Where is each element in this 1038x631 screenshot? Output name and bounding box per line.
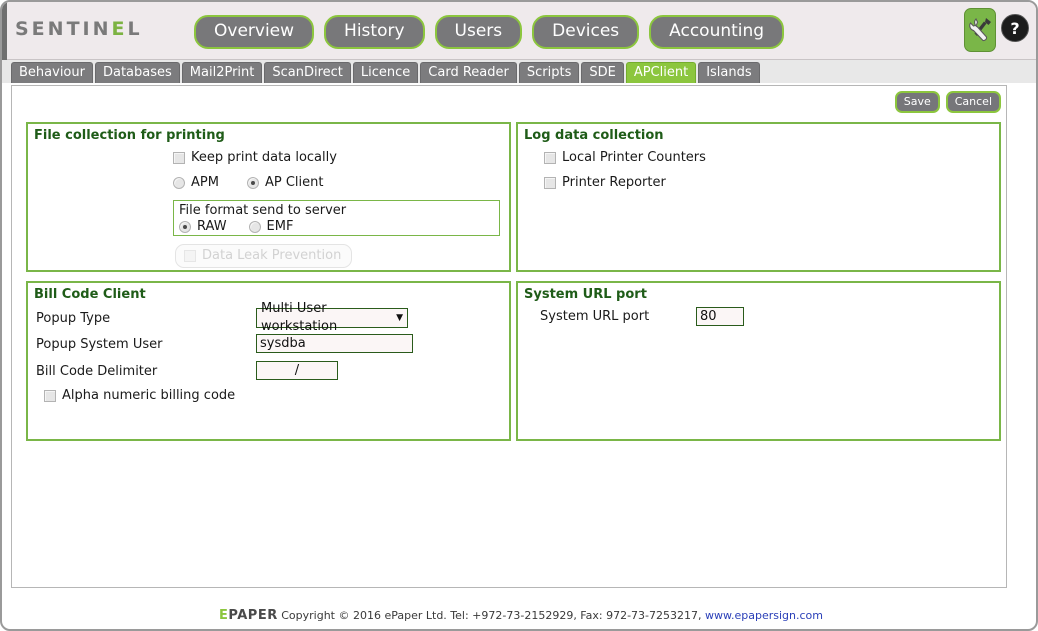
collection-mode-apm-option[interactable]: APM [173,175,219,190]
tab-apclient[interactable]: APClient [625,62,697,83]
system-url-port-field-label: System URL port [540,309,650,324]
nav-button-devices[interactable]: Devices [532,15,640,49]
local-printer-counters-row[interactable]: Local Printer Counters [544,150,706,165]
printer-reporter-label: Printer Reporter [562,175,666,190]
tab-scripts[interactable]: Scripts [518,62,580,83]
tab-sde[interactable]: SDE [581,62,624,83]
nav-button-history[interactable]: History [324,15,425,49]
settings-tab-strip: Behaviour Databases Mail2Print ScanDirec… [2,60,1036,83]
epaper-logo-rest: PAPER [228,608,278,623]
data-leak-prevention-button: Data Leak Prevention [175,244,353,268]
emf-radio[interactable] [248,220,261,233]
tab-mail2print[interactable]: Mail2Print [181,62,263,83]
help-icon[interactable]: ? [1000,13,1030,43]
bill-code-delimiter-input[interactable] [256,361,338,380]
logo-text-part-a: SENTIN [15,18,112,40]
tab-scandirect[interactable]: ScanDirect [264,62,351,83]
system-url-port-input[interactable] [696,307,744,326]
log-data-collection-panel: Log data collection Local Printer Counte… [516,122,1001,272]
local-printer-counters-label: Local Printer Counters [562,150,706,165]
keep-print-data-locally-checkbox[interactable] [173,151,185,164]
app-header: SENTINEL Overview History Users Devices … [2,2,1036,60]
apm-radio[interactable] [173,176,185,189]
bill-code-client-title: Bill Code Client [34,287,146,302]
file-format-box: File format send to server RAW EMF [173,200,500,236]
file-format-radio-group: RAW EMF [179,219,293,234]
settings-content-panel: Save Cancel File collection for printing… [11,85,1007,588]
nav-button-overview[interactable]: Overview [194,15,315,49]
nav-button-users[interactable]: Users [434,15,523,49]
popup-type-label: Popup Type [36,311,111,326]
cancel-button[interactable]: Cancel [945,91,1001,113]
printer-reporter-checkbox[interactable] [544,176,556,189]
tools-icon[interactable] [964,8,996,52]
header-left-rail [2,2,7,60]
data-leak-prevention-checkbox [184,249,196,262]
tab-behaviour[interactable]: Behaviour [11,62,93,83]
alpha-numeric-billing-code-checkbox[interactable] [44,389,56,402]
keep-print-data-locally-row[interactable]: Keep print data locally [173,150,337,165]
data-leak-prevention-label: Data Leak Prevention [202,248,342,263]
action-button-bar: Save Cancel [894,91,1001,113]
file-format-emf-option[interactable]: EMF [248,219,294,234]
ap-client-label: AP Client [264,175,324,190]
alpha-numeric-billing-code-row[interactable]: Alpha numeric billing code [44,388,235,403]
footer-copyright-text: Copyright © 2016 ePaper Ltd. Tel: +972-7… [281,609,702,622]
collection-mode-radio-group: APM AP Client [173,175,323,190]
tab-databases[interactable]: Databases [94,62,180,83]
save-button[interactable]: Save [894,91,940,113]
emf-label: EMF [266,219,294,234]
raw-radio[interactable] [179,220,191,233]
collection-mode-apclient-option[interactable]: AP Client [246,175,324,190]
page-footer: EPAPER Copyright © 2016 ePaper Ltd. Tel:… [2,608,1036,623]
logo-text-green-e: E [111,18,128,40]
popup-type-select[interactable]: Multi User workstation ▼ [256,301,408,334]
raw-label: RAW [197,219,227,234]
system-url-port-panel: System URL port System URL port [516,281,1001,441]
popup-type-value: Multi User workstation [261,301,338,334]
printer-reporter-row[interactable]: Printer Reporter [544,175,666,190]
footer-website-link[interactable]: www.epapersign.com [705,609,823,622]
main-navigation: Overview History Users Devices Accountin… [194,15,785,49]
file-collection-title: File collection for printing [34,128,225,143]
file-collection-panel: File collection for printing Keep print … [26,122,511,272]
nav-button-accounting[interactable]: Accounting [649,15,785,49]
tab-islands[interactable]: Islands [698,62,760,83]
popup-system-user-input[interactable] [256,334,413,353]
file-format-raw-option[interactable]: RAW [179,219,227,234]
epaper-logo-green-e: E [219,608,229,623]
tab-card-reader[interactable]: Card Reader [420,62,517,83]
application-window: SENTINEL Overview History Users Devices … [0,0,1038,631]
logo-text-part-b: L [127,18,143,40]
keep-print-data-locally-label: Keep print data locally [191,150,337,165]
sentinel-logo: SENTINEL [15,18,143,40]
file-format-title: File format send to server [179,203,347,218]
popup-system-user-label: Popup System User [36,337,163,352]
epaper-logo: EPAPER [219,608,278,623]
system-url-port-title: System URL port [524,287,647,302]
local-printer-counters-checkbox[interactable] [544,151,556,164]
bill-code-delimiter-label: Bill Code Delimiter [36,364,158,379]
ap-client-radio[interactable] [246,176,259,189]
chevron-down-icon: ▼ [396,313,403,323]
svg-text:?: ? [1010,19,1019,38]
tab-licence[interactable]: Licence [352,62,419,83]
alpha-numeric-billing-code-label: Alpha numeric billing code [62,388,236,403]
bill-code-client-panel: Bill Code Client Popup Type Multi User w… [26,281,511,441]
apm-label: APM [191,175,219,190]
log-data-collection-title: Log data collection [524,128,664,143]
